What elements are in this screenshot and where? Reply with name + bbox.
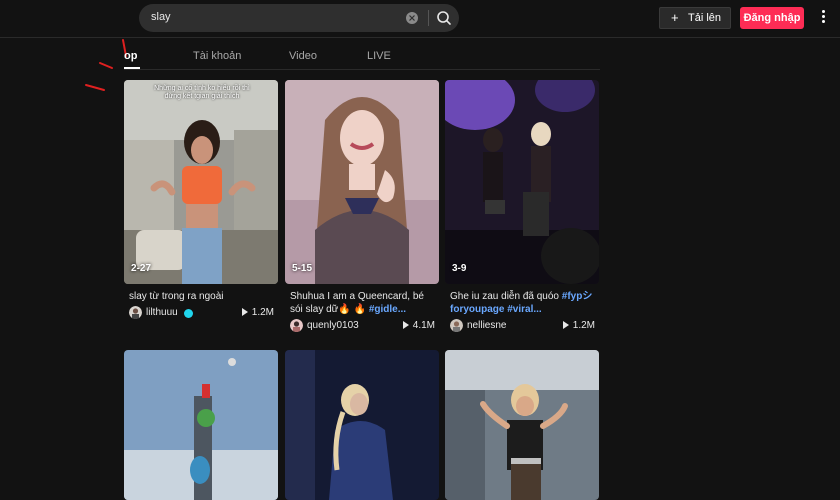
author-name[interactable]: lilthuuu bbox=[146, 307, 178, 318]
play-count: 1.2M bbox=[241, 307, 274, 318]
search-bar[interactable]: slay bbox=[139, 4, 459, 32]
caption-text: slay từ trong ra ngoài bbox=[129, 291, 224, 302]
video-date: 2-27 bbox=[131, 263, 152, 274]
plus-icon: + bbox=[671, 10, 679, 25]
active-tab-indicator bbox=[124, 67, 140, 69]
tab-top[interactable]: op bbox=[124, 50, 137, 62]
avatar[interactable] bbox=[129, 306, 142, 319]
video-thumbnail[interactable]: 5-15 bbox=[285, 80, 439, 284]
video-date: 3-9 bbox=[452, 263, 467, 274]
author-name[interactable]: quenly0103 bbox=[307, 320, 359, 331]
play-icon bbox=[402, 321, 409, 329]
login-button[interactable]: Đăng nhập bbox=[740, 7, 804, 29]
play-count: 1.2M bbox=[562, 320, 595, 331]
top-bar: slay + Tải lên Đăng nhập bbox=[0, 0, 840, 38]
tab-video[interactable]: Video bbox=[289, 50, 317, 62]
search-divider bbox=[428, 10, 429, 26]
video-overlay-text: Những ai cố tình ko hiểu rồi thì đừng kế… bbox=[154, 85, 250, 100]
video-caption[interactable]: Shuhua I am a Queencard, bé sói slay dữ🔥… bbox=[290, 290, 438, 316]
verified-badge-icon bbox=[184, 309, 193, 318]
play-icon bbox=[562, 321, 569, 329]
video-caption[interactable]: slay từ trong ra ngoài bbox=[129, 290, 277, 303]
search-icon[interactable] bbox=[433, 8, 455, 28]
search-input[interactable]: slay bbox=[151, 11, 171, 23]
video-thumbnail[interactable] bbox=[285, 350, 439, 500]
video-date: 5-15 bbox=[292, 263, 313, 274]
upload-button[interactable]: + Tải lên bbox=[659, 7, 731, 29]
play-count: 4.1M bbox=[402, 320, 435, 331]
video-thumbnail[interactable]: 3-9 bbox=[445, 80, 599, 284]
video-thumbnail[interactable] bbox=[124, 350, 278, 500]
avatar[interactable] bbox=[450, 319, 463, 332]
tab-live[interactable]: LIVE bbox=[367, 50, 391, 62]
upload-label: Tải lên bbox=[688, 12, 722, 24]
play-icon bbox=[241, 308, 248, 316]
caption-text: Ghe iu zau diễn đã quóo bbox=[450, 291, 562, 302]
video-thumbnail[interactable]: Những ai cố tình ko hiểu rồi thì đừng kế… bbox=[124, 80, 278, 284]
clear-search-icon[interactable] bbox=[406, 12, 418, 24]
video-caption[interactable]: Ghe iu zau diễn đã quóo #fypシforyoupage … bbox=[450, 290, 598, 316]
video-thumbnail[interactable] bbox=[445, 350, 599, 500]
result-tabs: op Tài khoản Video LIVE bbox=[124, 46, 600, 70]
tab-accounts[interactable]: Tài khoản bbox=[193, 50, 241, 62]
avatar[interactable] bbox=[290, 319, 303, 332]
more-options-icon[interactable] bbox=[815, 10, 831, 26]
author-name[interactable]: nelliesne bbox=[467, 320, 506, 331]
hashtag[interactable]: #gidle... bbox=[369, 304, 406, 315]
